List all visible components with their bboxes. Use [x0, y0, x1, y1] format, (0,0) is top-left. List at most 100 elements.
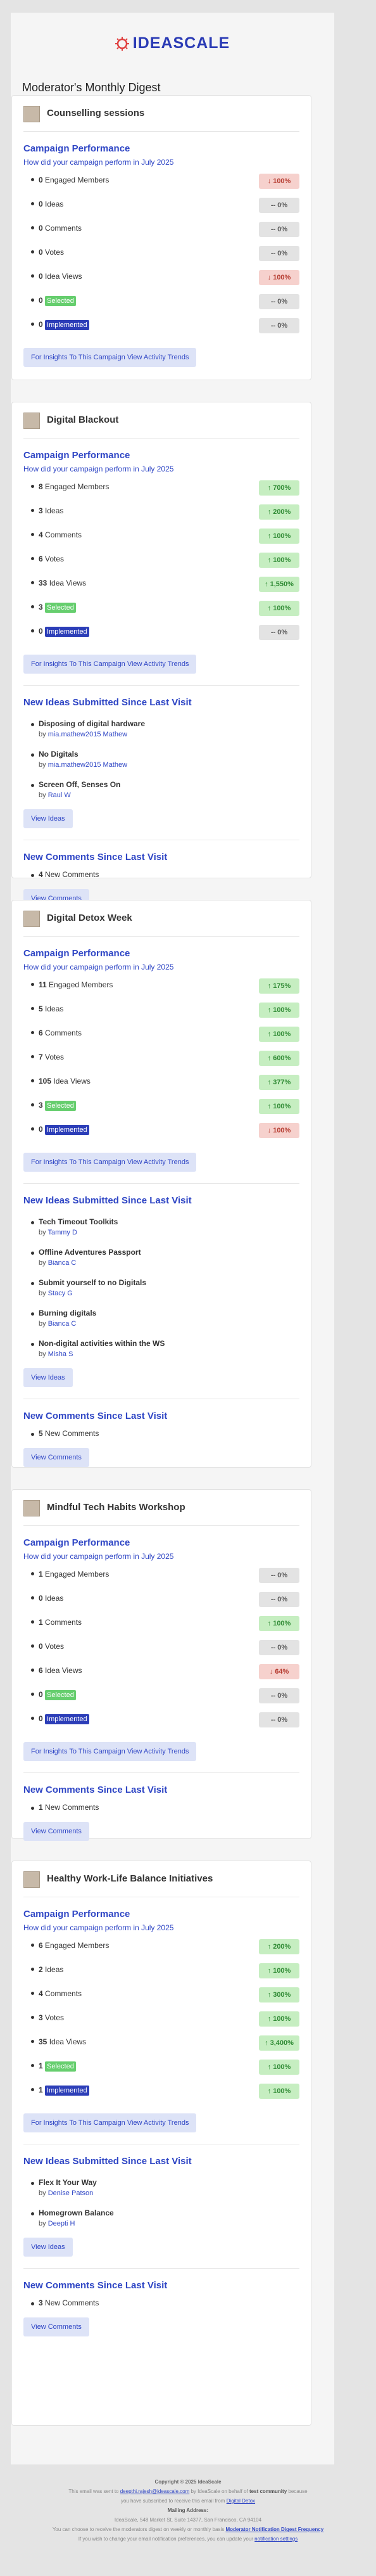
idea-author: by Stacy G	[39, 1290, 311, 1297]
metric-row: 3 Votes ↑ 100%	[12, 2007, 311, 2031]
idea-title[interactable]: Flex It Your Way	[39, 2178, 311, 2187]
idea-title[interactable]: No Digitals	[39, 750, 311, 759]
metric-value: 6	[39, 1941, 43, 1950]
activity-trends-button[interactable]: For Insights To This Campaign View Activ…	[23, 2113, 197, 2132]
metric-row: 8 Engaged Members ↑ 700%	[12, 476, 311, 500]
idea-title[interactable]: Offline Adventures Passport	[39, 1248, 311, 1257]
metric-label: Votes	[45, 554, 65, 563]
metric-row: 4 Comments ↑ 300%	[12, 1983, 311, 2007]
bullet-icon	[31, 605, 34, 608]
metric-value: 0	[39, 248, 43, 257]
campaign-title[interactable]: Healthy Work-Life Balance Initiatives	[47, 1873, 213, 1884]
comment-count-item: 1 New Comments	[12, 1803, 311, 1812]
divider	[23, 438, 299, 439]
author-link[interactable]: Raul W	[48, 791, 71, 799]
author-link[interactable]: Deepti H	[48, 2220, 75, 2227]
performance-title: Campaign Performance	[23, 450, 130, 461]
metric-text: 11 Engaged Members	[39, 980, 113, 989]
author-link[interactable]: mia.mathew2015 Mathew	[48, 761, 127, 769]
metric-value: 3	[39, 603, 43, 612]
metric-text: 35 Idea Views	[39, 2037, 86, 2046]
metric-value: 6	[39, 1028, 43, 1037]
idea-author: by Misha S	[39, 1350, 311, 1358]
metric-value: 2	[39, 1965, 43, 1974]
bullet-icon	[31, 1968, 34, 1971]
activity-trends-button[interactable]: For Insights To This Campaign View Activ…	[23, 1153, 197, 1172]
idea-author: by Bianca C	[39, 1259, 311, 1267]
metric-label: Ideas	[45, 506, 64, 515]
view-comments-button[interactable]: View Comments	[23, 1448, 89, 1467]
bullet-icon	[31, 1572, 34, 1575]
campaign-thumbnail	[23, 106, 40, 122]
new-ideas-title: New Ideas Submitted Since Last Visit	[23, 2156, 192, 2167]
idea-title[interactable]: Disposing of digital hardware	[39, 719, 311, 728]
campaign-card: Healthy Work-Life Balance Initiatives Ca…	[11, 1861, 311, 2426]
bullet-icon	[31, 1221, 34, 1224]
campaign-title[interactable]: Counselling sessions	[47, 108, 144, 119]
brand-logo: IDEASCALE	[11, 34, 334, 53]
activity-trends-button[interactable]: For Insights To This Campaign View Activ…	[23, 655, 197, 674]
metric-label: Idea Views	[53, 1077, 91, 1086]
comment-count-label: New Comments	[45, 870, 99, 879]
campaign-title[interactable]: Digital Blackout	[47, 414, 118, 425]
sent-text-3: because	[288, 2489, 308, 2494]
view-ideas-button[interactable]: View Ideas	[23, 809, 73, 828]
campaign-thumbnail	[23, 911, 40, 927]
divider	[23, 2268, 299, 2269]
campaign-thumbnail	[23, 1871, 40, 1888]
campaign-card: Counselling sessions Campaign Performanc…	[11, 95, 311, 380]
change-badge: ↑ 100%	[259, 1099, 299, 1114]
metric-row: 5 Ideas ↑ 100%	[12, 998, 311, 1022]
idea-title[interactable]: Screen Off, Senses On	[39, 780, 311, 789]
view-comments-button[interactable]: View Comments	[23, 1822, 89, 1841]
activity-trends-button[interactable]: For Insights To This Campaign View Activ…	[23, 1742, 197, 1761]
change-badge: -- 0%	[259, 1568, 299, 1583]
campaign-title[interactable]: Mindful Tech Habits Workshop	[47, 1502, 185, 1513]
change-badge: ↑ 100%	[259, 529, 299, 544]
notification-settings-link[interactable]: notification settings	[254, 2536, 298, 2542]
campaign-title[interactable]: Digital Detox Week	[47, 913, 132, 923]
metric-row: 0 Ideas -- 0%	[12, 193, 311, 217]
digest-link[interactable]: Digital Detox	[227, 2498, 255, 2504]
metric-text: 0 Implemented	[39, 320, 89, 330]
metric-row: 0 Engaged Members ↓ 100%	[12, 169, 311, 193]
author-link[interactable]: Stacy G	[48, 1290, 73, 1297]
recipient-email-link[interactable]: deepthi.rajesh@ideascale.com	[120, 2489, 190, 2494]
bullet-icon	[31, 2302, 34, 2305]
change-badge: -- 0%	[259, 246, 299, 261]
sent-text-2: by IdeaScale on behalf of	[191, 2489, 248, 2494]
idea-title[interactable]: Homegrown Balance	[39, 2208, 311, 2217]
bullet-icon	[31, 629, 34, 632]
frequency-link[interactable]: Moderator Notification Digest Frequency	[225, 2527, 323, 2532]
change-badge: ↑ 100%	[259, 1003, 299, 1018]
bullet-icon	[31, 784, 34, 787]
author-link[interactable]: Misha S	[48, 1350, 73, 1358]
bullet-icon	[31, 202, 34, 205]
metric-label: Ideas	[45, 1965, 64, 1974]
by-label: by	[39, 761, 46, 769]
metric-text: 0 Ideas	[39, 200, 63, 208]
author-link[interactable]: Bianca C	[48, 1320, 77, 1328]
view-comments-button[interactable]: View Comments	[23, 2317, 89, 2336]
author-link[interactable]: Denise Patson	[48, 2189, 94, 2197]
idea-title[interactable]: Submit yourself to no Digitals	[39, 1278, 311, 1287]
metric-row: 0 Implemented -- 0%	[12, 314, 311, 338]
metric-label: Comments	[45, 530, 82, 539]
view-ideas-button[interactable]: View Ideas	[23, 2238, 73, 2257]
subscribed-line: you have subscribed to receive this emai…	[0, 2498, 376, 2504]
activity-trends-button[interactable]: For Insights To This Campaign View Activ…	[23, 348, 197, 367]
metric-text: 1 Implemented	[39, 2086, 89, 2096]
idea-title[interactable]: Burning digitals	[39, 1309, 311, 1317]
metric-label: Comments	[45, 1618, 82, 1627]
metric-row: 0 Comments -- 0%	[12, 217, 311, 241]
idea-title[interactable]: Non-digital activities within the WS	[39, 1339, 311, 1348]
idea-title[interactable]: Tech Timeout Toolkits	[39, 1217, 311, 1226]
author-link[interactable]: Tammy D	[47, 1229, 77, 1236]
metric-row: 1 Selected ↑ 100%	[12, 2055, 311, 2079]
author-link[interactable]: Bianca C	[48, 1259, 77, 1267]
metric-text: 1 Selected	[39, 2061, 76, 2072]
author-link[interactable]: mia.mathew2015 Mathew	[48, 731, 127, 738]
metric-value: 7	[39, 1053, 43, 1061]
selected-tag: Selected	[45, 603, 76, 613]
view-ideas-button[interactable]: View Ideas	[23, 1368, 73, 1387]
